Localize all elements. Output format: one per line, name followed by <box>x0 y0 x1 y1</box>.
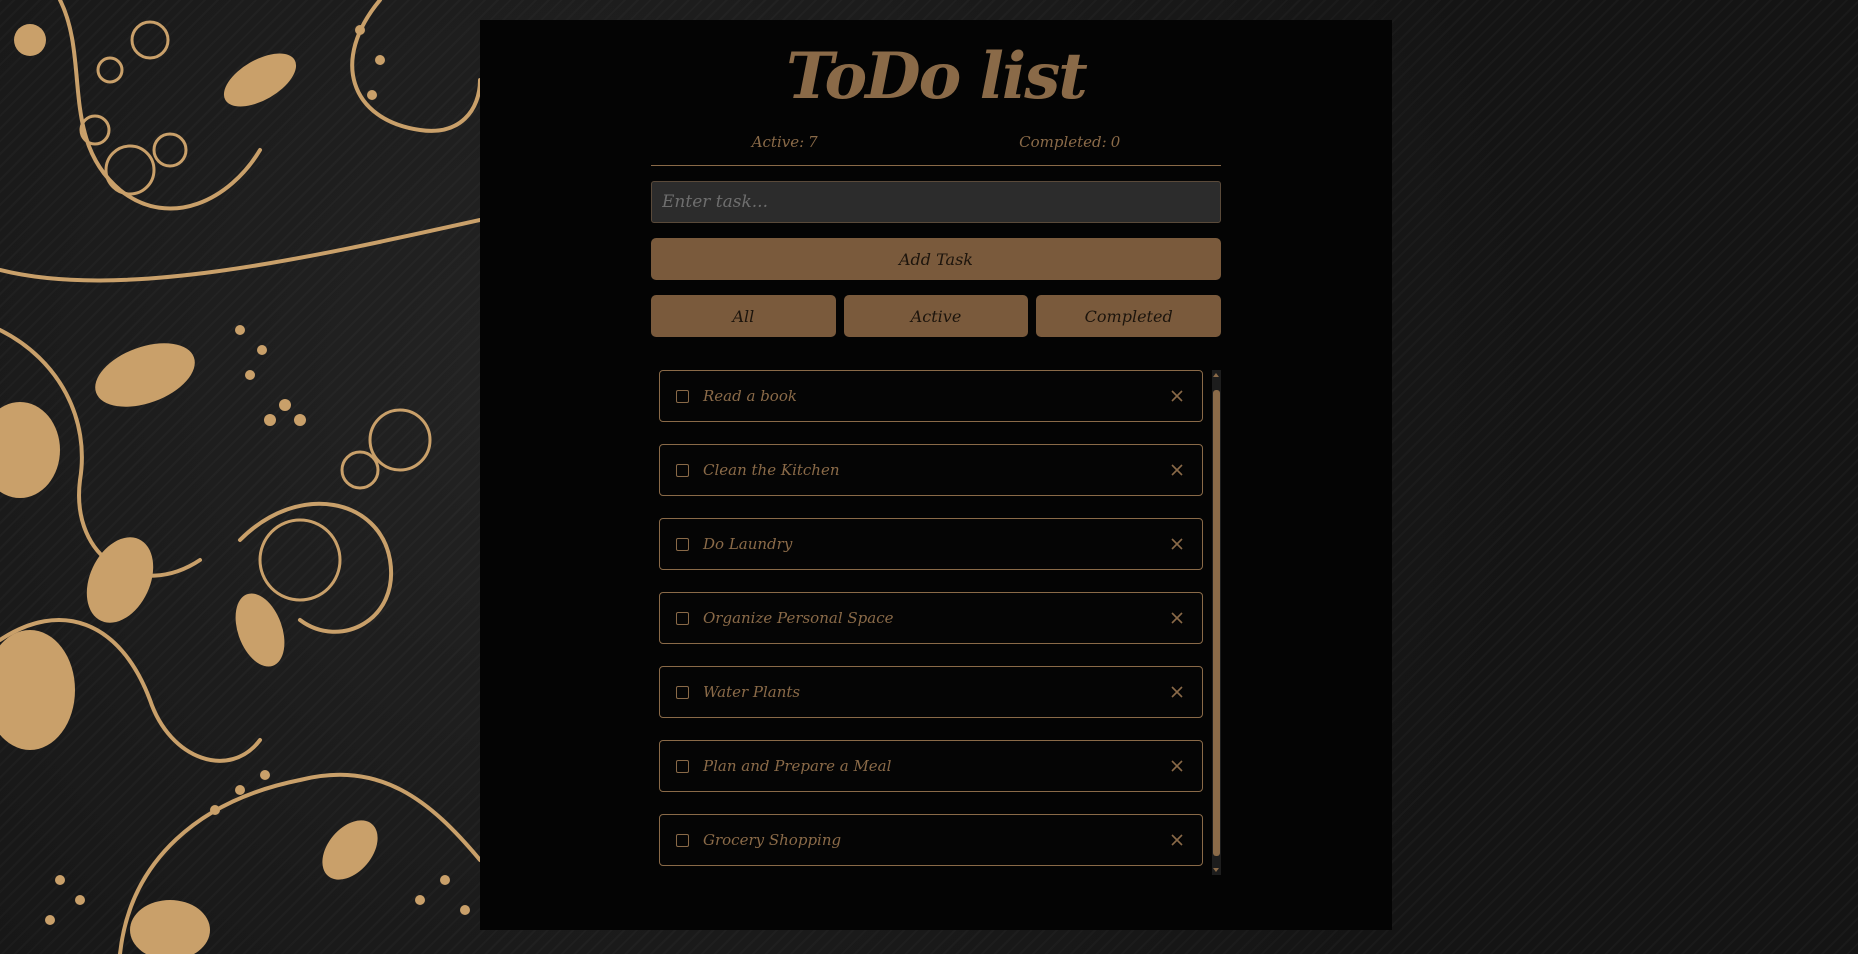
filter-bar: All Active Completed <box>651 295 1222 337</box>
checkbox-icon[interactable] <box>676 833 689 847</box>
checkbox-icon[interactable] <box>676 389 689 403</box>
task-label: Water Plants <box>703 683 801 701</box>
close-icon[interactable] <box>1166 607 1188 629</box>
filter-active-button[interactable]: Active <box>843 295 1029 337</box>
checkbox-icon[interactable] <box>676 685 689 699</box>
task-label: Read a book <box>703 387 797 405</box>
task-label: Do Laundry <box>703 535 793 553</box>
close-icon[interactable] <box>1166 459 1188 481</box>
close-icon[interactable] <box>1166 829 1188 851</box>
close-icon[interactable] <box>1166 533 1188 555</box>
floral-ornament-icon <box>0 0 480 954</box>
close-icon[interactable] <box>1166 755 1188 777</box>
task-input[interactable] <box>651 181 1221 223</box>
task-item: Clean the Kitchen <box>659 444 1203 496</box>
task-list-container: Read a book Clean the Kitchen Do Laundry… <box>651 370 1221 875</box>
scrollbar-thumb[interactable] <box>1213 390 1220 856</box>
add-task-button[interactable]: Add Task <box>651 238 1221 280</box>
close-icon[interactable] <box>1166 385 1188 407</box>
task-list-scrollbar[interactable] <box>1212 370 1221 875</box>
filter-completed-button[interactable]: Completed <box>1036 295 1222 337</box>
task-item: Organize Personal Space <box>659 592 1203 644</box>
task-label: Plan and Prepare a Meal <box>703 757 892 775</box>
task-item: Grocery Shopping <box>659 814 1203 866</box>
todo-container: ToDo list Active: 7 Completed: 0 Add Tas… <box>651 20 1222 875</box>
task-list: Read a book Clean the Kitchen Do Laundry… <box>659 370 1203 888</box>
active-counter-value: 7 <box>808 132 818 151</box>
active-counter-label: Active: <box>751 132 805 151</box>
completed-counter-label: Completed: <box>1019 132 1107 151</box>
checkbox-icon[interactable] <box>676 611 689 625</box>
scroll-down-arrow-icon[interactable] <box>1213 868 1219 872</box>
task-counters: Active: 7 Completed: 0 <box>651 120 1221 166</box>
close-icon[interactable] <box>1166 681 1188 703</box>
active-counter: Active: 7 <box>752 133 818 151</box>
task-item: Do Laundry <box>659 518 1203 570</box>
floral-background-decoration <box>0 0 480 954</box>
task-item: Read a book <box>659 370 1203 422</box>
task-item: Water Plants <box>659 666 1203 718</box>
completed-counter: Completed: 0 <box>1019 133 1120 151</box>
scroll-up-arrow-icon[interactable] <box>1213 373 1219 377</box>
checkbox-icon[interactable] <box>676 759 689 773</box>
completed-counter-value: 0 <box>1110 132 1121 151</box>
task-label: Grocery Shopping <box>703 831 842 849</box>
filter-all-button[interactable]: All <box>651 295 836 337</box>
checkbox-icon[interactable] <box>676 537 689 551</box>
task-label: Clean the Kitchen <box>703 461 840 479</box>
todo-app-panel: ToDo list Active: 7 Completed: 0 Add Tas… <box>480 20 1392 930</box>
task-item: Plan and Prepare a Meal <box>659 740 1203 792</box>
page-title: ToDo list <box>786 39 1088 114</box>
checkbox-icon[interactable] <box>676 463 689 477</box>
task-label: Organize Personal Space <box>703 609 894 627</box>
